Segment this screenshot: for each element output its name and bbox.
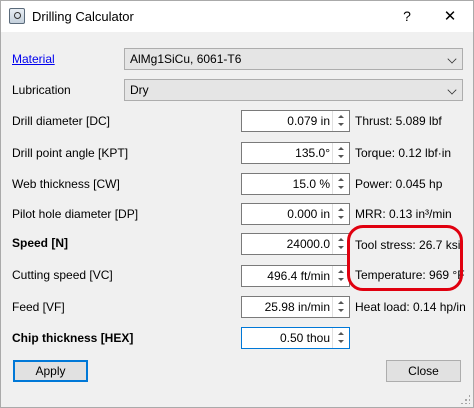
torque-result: Torque: 0.12 lbf·in — [355, 146, 452, 160]
drill-point-angle-value[interactable]: 135.0° — [244, 143, 332, 163]
speed-label: Speed [N] — [12, 236, 69, 250]
resize-grip-icon[interactable] — [460, 394, 470, 404]
highlight-annotation — [347, 225, 463, 291]
spin-up-icon[interactable] — [333, 204, 349, 214]
window-title: Drilling Calculator — [32, 9, 134, 24]
spin-buttons — [332, 111, 349, 131]
mrr-result: MRR: 0.13 in³/min — [355, 207, 452, 221]
cutting-speed-label: Cutting speed [VC] — [12, 268, 113, 282]
heat-load-result: Heat load: 0.14 hp/in — [355, 300, 466, 314]
feed-label: Feed [VF] — [12, 300, 65, 314]
cutting-speed-spinbox[interactable]: 496.4 ft/min — [241, 265, 350, 287]
spin-buttons — [332, 204, 349, 224]
web-thickness-value[interactable]: 15.0 % — [244, 174, 332, 194]
material-select[interactable]: AlMg1SiCu, 6061-T6 — [124, 48, 463, 70]
drill-point-angle-spinbox[interactable]: 135.0° — [241, 142, 350, 164]
spin-down-icon[interactable] — [333, 121, 349, 131]
power-result: Power: 0.045 hp — [355, 177, 443, 191]
lubrication-select-value: Dry — [130, 83, 149, 97]
spin-down-icon[interactable] — [333, 184, 349, 194]
spin-up-icon[interactable] — [333, 111, 349, 121]
cutting-speed-value[interactable]: 496.4 ft/min — [244, 266, 332, 286]
chip-thickness-spinbox[interactable]: 0.50 thou — [241, 327, 350, 349]
drill-diameter-label: Drill diameter [DC] — [12, 114, 111, 128]
speed-spinbox[interactable]: 24000.0 — [241, 233, 350, 255]
title-bar: Drilling Calculator ? ✕ — [1, 1, 473, 32]
spin-up-icon[interactable] — [333, 174, 349, 184]
close-window-button[interactable]: ✕ — [427, 1, 473, 32]
pilot-hole-diameter-label: Pilot hole diameter [DP] — [12, 207, 139, 221]
spin-buttons — [332, 297, 349, 317]
pilot-hole-diameter-value[interactable]: 0.000 in — [244, 204, 332, 224]
drill-point-angle-label: Drill point angle [KPT] — [12, 146, 129, 160]
spin-up-icon[interactable] — [333, 297, 349, 307]
chevron-down-icon — [447, 85, 457, 95]
lubrication-label: Lubrication — [12, 83, 71, 97]
thrust-result: Thrust: 5.089 lbf — [355, 114, 442, 128]
feed-value[interactable]: 25.98 in/min — [244, 297, 332, 317]
close-button[interactable]: Close — [386, 360, 461, 382]
spin-down-icon[interactable] — [333, 153, 349, 163]
spin-down-icon[interactable] — [333, 338, 349, 348]
material-select-value: AlMg1SiCu, 6061-T6 — [130, 52, 242, 66]
spin-up-icon[interactable] — [333, 143, 349, 153]
drilling-calculator-window: Drilling Calculator ? ✕ Material AlMg1Si… — [0, 0, 474, 408]
feed-spinbox[interactable]: 25.98 in/min — [241, 296, 350, 318]
spin-down-icon[interactable] — [333, 307, 349, 317]
apply-button[interactable]: Apply — [13, 360, 88, 382]
chip-thickness-value[interactable]: 0.50 thou — [244, 328, 332, 348]
chip-thickness-label: Chip thickness [HEX] — [12, 331, 134, 345]
spin-up-icon[interactable] — [333, 328, 349, 338]
speed-value[interactable]: 24000.0 — [244, 234, 332, 254]
chevron-down-icon — [447, 54, 457, 64]
drill-diameter-value[interactable]: 0.079 in — [244, 111, 332, 131]
spin-buttons — [332, 174, 349, 194]
app-icon — [9, 8, 25, 24]
help-button[interactable]: ? — [389, 1, 425, 32]
spin-buttons — [332, 328, 349, 348]
spin-buttons — [332, 143, 349, 163]
drill-diameter-spinbox[interactable]: 0.079 in — [241, 110, 350, 132]
spin-down-icon[interactable] — [333, 214, 349, 224]
material-link[interactable]: Material — [12, 49, 55, 69]
pilot-hole-diameter-spinbox[interactable]: 0.000 in — [241, 203, 350, 225]
lubrication-select[interactable]: Dry — [124, 79, 463, 101]
web-thickness-label: Web thickness [CW] — [12, 177, 120, 191]
web-thickness-spinbox[interactable]: 15.0 % — [241, 173, 350, 195]
